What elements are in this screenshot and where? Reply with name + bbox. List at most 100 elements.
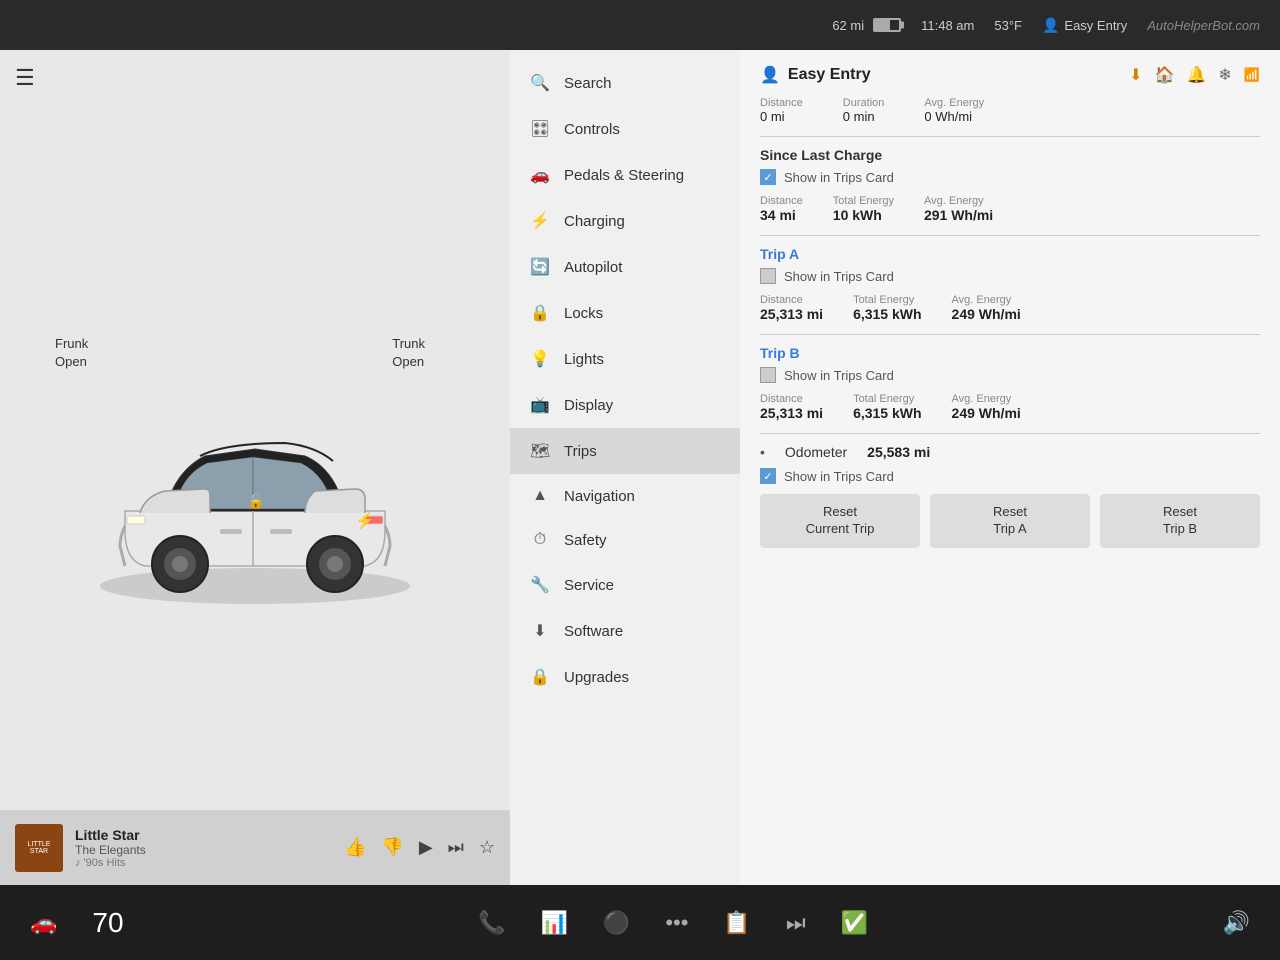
profile-name: 👤 Easy Entry (760, 65, 871, 85)
clipboard-icon[interactable]: 📋 (723, 910, 750, 936)
trip-b-show-trips[interactable]: Show in Trips Card (760, 367, 1260, 383)
current-trip-meta: Distance 0 mi Duration 0 min Avg. Energy… (760, 97, 1260, 124)
last-charge-stats: Distance 34 mi Total Energy 10 kWh Avg. … (760, 195, 1260, 223)
last-charge-energy: Total Energy 10 kWh (833, 195, 894, 223)
menu-item-upgrades[interactable]: 🔒 Upgrades (510, 654, 740, 700)
menu-item-service[interactable]: 🔧 Service (510, 562, 740, 608)
song-title: Little Star (75, 827, 332, 843)
temperature-display: 53°F (994, 18, 1022, 33)
menu-item-charging[interactable]: ⚡ Charging (510, 198, 740, 244)
pedals-icon: 🚗 (530, 165, 550, 185)
autopilot-icon: 🔄 (530, 257, 550, 277)
next-button[interactable]: ⏭ (448, 837, 464, 858)
favorite-button[interactable]: ☆ (479, 837, 495, 858)
trips-panel: 👤 Easy Entry ⬇ 🏠 🔔 ❄ 📶 Distance 0 mi Dur… (740, 50, 1280, 885)
menu-item-pedals[interactable]: 🚗 Pedals & Steering (510, 152, 740, 198)
trip-b-checkbox[interactable] (760, 367, 776, 383)
trunk-label: Trunk Open (392, 335, 425, 371)
music-wave-icon[interactable]: 📊 (541, 910, 568, 936)
trip-a-title[interactable]: Trip A (760, 246, 1260, 262)
play-button[interactable]: ▶ (419, 837, 433, 858)
menu-item-lights[interactable]: 💡 Lights (510, 336, 740, 382)
volume-icon[interactable]: 🔊 (1223, 910, 1250, 936)
header-icons: ⬇ 🏠 🔔 ❄ 📶 (1129, 65, 1260, 85)
speed-display: 70 (92, 907, 123, 939)
trip-a-show-trips[interactable]: Show in Trips Card (760, 268, 1260, 284)
dots-icon[interactable]: ••• (665, 910, 688, 936)
snow-icon[interactable]: ❄ (1218, 65, 1231, 85)
trips-icon: 🗺 (530, 441, 550, 461)
bell-icon[interactable]: 🔔 (1186, 65, 1206, 85)
last-charge-checkbox[interactable] (760, 169, 776, 185)
odometer-show-trips[interactable]: Show in Trips Card (760, 468, 1260, 484)
menu-panel: 🔍 Search 🎛 Controls 🚗 Pedals & Steering … (510, 50, 740, 885)
odometer-dot: • (760, 444, 765, 460)
reset-buttons: ResetCurrent Trip ResetTrip A ResetTrip … (760, 494, 1260, 548)
odometer-row: • Odometer 25,583 mi (760, 444, 1260, 460)
taskbar: 🚗 70 📞 📊 ⚫ ••• 📋 ⏭ ✅ 🔊 (0, 885, 1280, 960)
status-bar: 62 mi 11:48 am 53°F 👤 Easy Entry AutoHel… (0, 0, 1280, 50)
current-duration: Duration 0 min (843, 97, 885, 124)
album-art: LITTLESTAR (15, 824, 63, 872)
camera-icon[interactable]: ⚫ (603, 910, 630, 936)
menu-item-search[interactable]: 🔍 Search (510, 60, 740, 106)
trip-b-stats: Distance 25,313 mi Total Energy 6,315 kW… (760, 393, 1260, 421)
song-info: Little Star The Elegants ♪ '90s Hits (75, 827, 332, 869)
profile-icon: 👤 (760, 65, 780, 85)
time-display: 11:48 am (921, 18, 974, 33)
last-charge-distance: Distance 34 mi (760, 195, 803, 223)
thumbs-up-button[interactable]: 👍 (344, 837, 366, 858)
panel-header: 👤 Easy Entry ⬇ 🏠 🔔 ❄ 📶 (760, 65, 1260, 85)
last-charge-title: Since Last Charge (760, 147, 1260, 163)
download-icon[interactable]: ⬇ (1129, 65, 1142, 85)
reset-current-trip-button[interactable]: ResetCurrent Trip (760, 494, 920, 548)
trip-a-avg-energy: Avg. Energy 249 Wh/mi (952, 294, 1021, 322)
car-illustration: ⚡ 🔓 (65, 351, 445, 611)
last-charge-show-label: Show in Trips Card (784, 170, 894, 185)
song-artist: The Elegants (75, 843, 332, 857)
car-panel: ☰ (0, 50, 510, 885)
check-icon[interactable]: ✅ (841, 910, 868, 936)
reset-trip-b-button[interactable]: ResetTrip B (1100, 494, 1260, 548)
trip-b-energy: Total Energy 6,315 kWh (853, 393, 921, 421)
menu-item-autopilot[interactable]: 🔄 Autopilot (510, 244, 740, 290)
play-next-icon[interactable]: ⏭ (786, 910, 806, 936)
menu-item-navigation[interactable]: ▲ Navigation (510, 474, 740, 518)
svg-text:⚡: ⚡ (355, 511, 375, 530)
charging-icon: ⚡ (530, 211, 550, 231)
trip-a-show-label: Show in Trips Card (784, 269, 894, 284)
upgrades-icon: 🔒 (530, 667, 550, 687)
last-charge-show-trips[interactable]: Show in Trips Card (760, 169, 1260, 185)
menu-item-display[interactable]: 📺 Display (510, 382, 740, 428)
odometer-show-label: Show in Trips Card (784, 469, 894, 484)
menu-item-trips[interactable]: 🗺 Trips (510, 428, 740, 474)
menu-item-safety[interactable]: ⏱ Safety (510, 518, 740, 562)
trip-a-checkbox[interactable] (760, 268, 776, 284)
taskbar-right: 🔊 (1223, 910, 1250, 936)
svg-text:🔓: 🔓 (247, 493, 264, 510)
trip-b-distance: Distance 25,313 mi (760, 393, 823, 421)
lights-icon: 💡 (530, 349, 550, 369)
reset-trip-a-button[interactable]: ResetTrip A (930, 494, 1090, 548)
phone-icon[interactable]: 📞 (478, 910, 505, 936)
taskbar-center: 📞 📊 ⚫ ••• 📋 ⏭ ✅ (124, 910, 1223, 936)
taskbar-left: 🚗 70 (30, 907, 124, 939)
locks-icon: 🔒 (530, 303, 550, 323)
menu-item-controls[interactable]: 🎛 Controls (510, 106, 740, 152)
trip-b-avg-energy: Avg. Energy 249 Wh/mi (952, 393, 1021, 421)
menu-icon[interactable]: ☰ (15, 65, 35, 91)
odometer-checkbox[interactable] (760, 468, 776, 484)
last-charge-avg-energy: Avg. Energy 291 Wh/mi (924, 195, 993, 223)
home-icon[interactable]: 🏠 (1155, 65, 1175, 85)
current-avg-energy: Avg. Energy 0 Wh/mi (924, 97, 984, 124)
trip-a-distance: Distance 25,313 mi (760, 294, 823, 322)
navigation-icon: ▲ (530, 487, 550, 505)
music-controls: 👍 👎 ▶ ⏭ ☆ (344, 837, 495, 858)
menu-item-locks[interactable]: 🔒 Locks (510, 290, 740, 336)
main-content: ☰ (0, 50, 1280, 885)
search-icon: 🔍 (530, 73, 550, 93)
thumbs-down-button[interactable]: 👎 (381, 837, 403, 858)
car-icon[interactable]: 🚗 (30, 910, 57, 936)
menu-item-software[interactable]: ⬇ Software (510, 608, 740, 654)
trip-b-title[interactable]: Trip B (760, 345, 1260, 361)
